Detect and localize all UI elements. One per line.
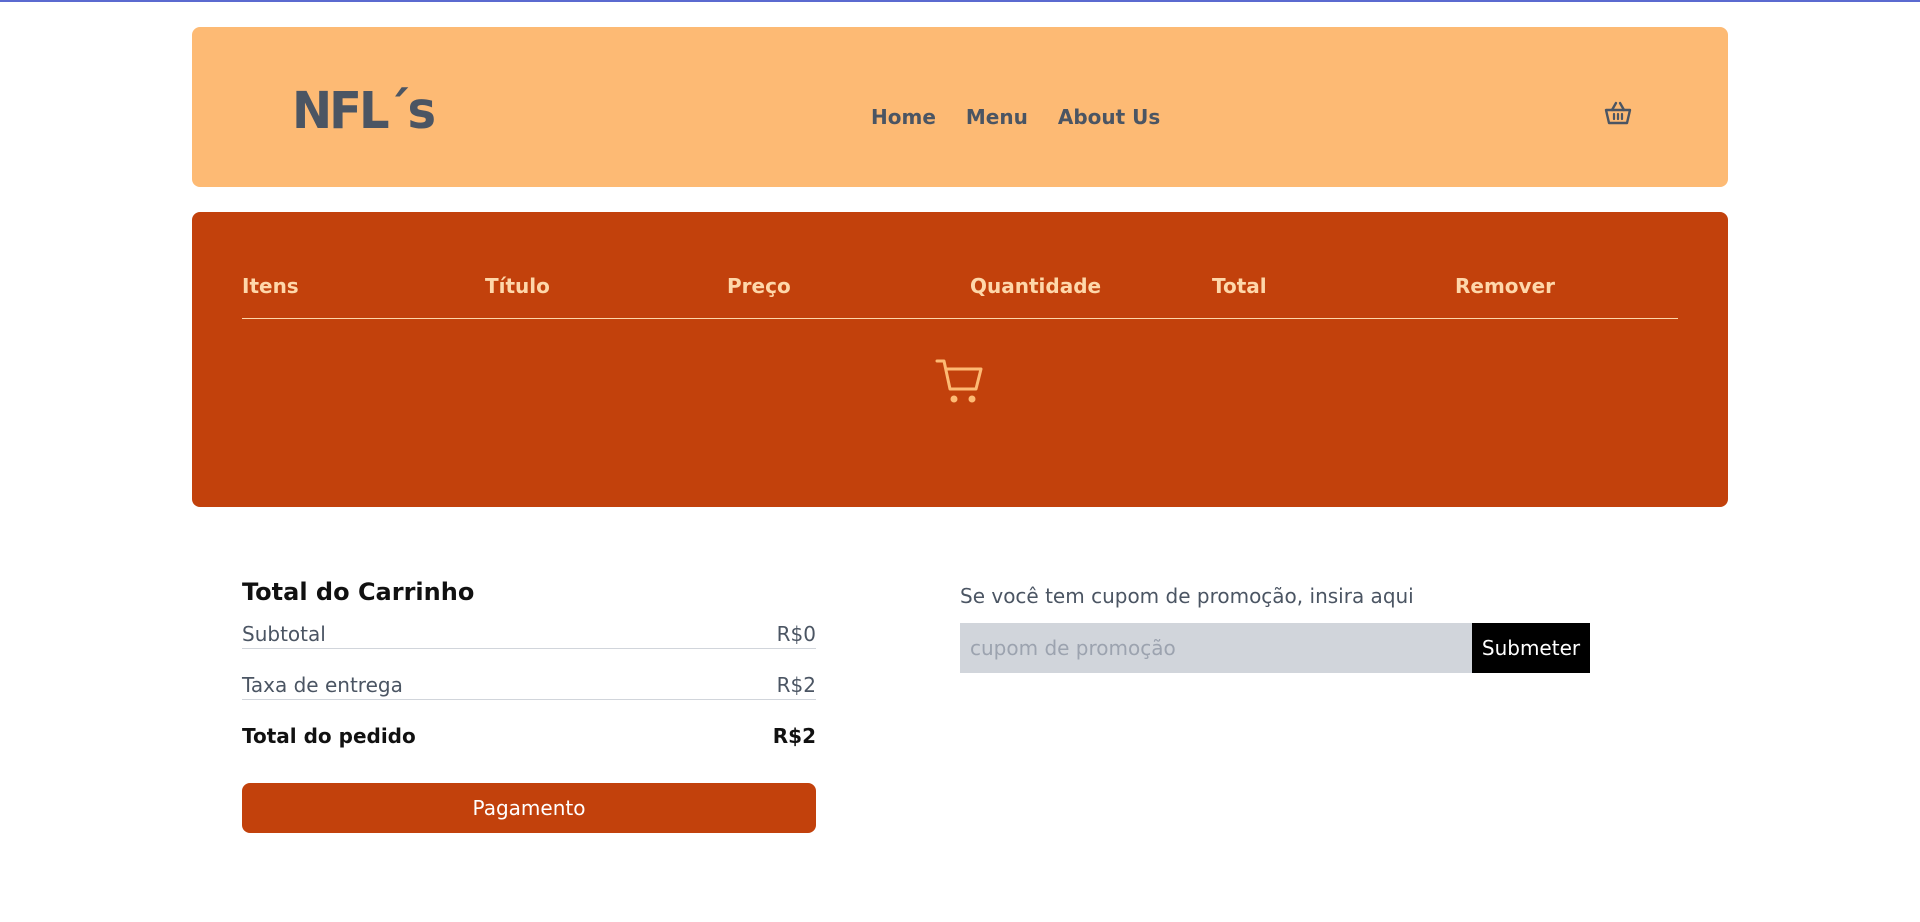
column-remover: Remover: [1455, 274, 1556, 298]
column-quantidade: Quantidade: [970, 274, 1102, 298]
promo-section: Se você tem cupom de promoção, insira aq…: [960, 584, 1590, 673]
column-titulo: Título: [485, 274, 550, 298]
cart-table: Itens Título Preço Quantidade Total Remo…: [192, 212, 1728, 507]
cart-table-header: Itens Título Preço Quantidade Total Remo…: [242, 260, 1678, 319]
order-total-label: Total do pedido: [242, 724, 416, 748]
promo-code-input[interactable]: [960, 623, 1472, 673]
order-total-value: R$2: [772, 724, 816, 748]
logo[interactable]: NFL´s: [292, 82, 436, 141]
subtotal-row: Subtotal R$0: [242, 622, 816, 649]
nav-menu[interactable]: Menu: [966, 105, 1028, 129]
site-header: NFL´s Home Menu About Us: [192, 27, 1728, 187]
promo-form: Submeter: [960, 623, 1590, 673]
main-nav: Home Menu About Us: [871, 105, 1160, 129]
subtotal-value: R$0: [776, 622, 816, 646]
column-itens: Itens: [242, 274, 299, 298]
cart-totals: Total do Carrinho Subtotal R$0 Taxa de e…: [242, 578, 816, 833]
delivery-fee-row: Taxa de entrega R$2: [242, 673, 816, 700]
payment-button[interactable]: Pagamento: [242, 783, 816, 833]
submit-promo-button[interactable]: Submeter: [1472, 623, 1590, 673]
totals-title: Total do Carrinho: [242, 578, 475, 606]
order-total-row: Total do pedido R$2: [242, 724, 816, 750]
column-preco: Preço: [727, 274, 791, 298]
subtotal-label: Subtotal: [242, 622, 326, 646]
delivery-fee-value: R$2: [776, 673, 816, 697]
cart-icon: [934, 356, 986, 408]
nav-about-us[interactable]: About Us: [1058, 105, 1160, 129]
column-total: Total: [1212, 274, 1267, 298]
nav-home[interactable]: Home: [871, 105, 936, 129]
promo-text: Se você tem cupom de promoção, insira aq…: [960, 584, 1414, 608]
top-border: [0, 0, 1920, 2]
basket-icon[interactable]: [1598, 93, 1638, 133]
delivery-fee-label: Taxa de entrega: [242, 673, 403, 697]
